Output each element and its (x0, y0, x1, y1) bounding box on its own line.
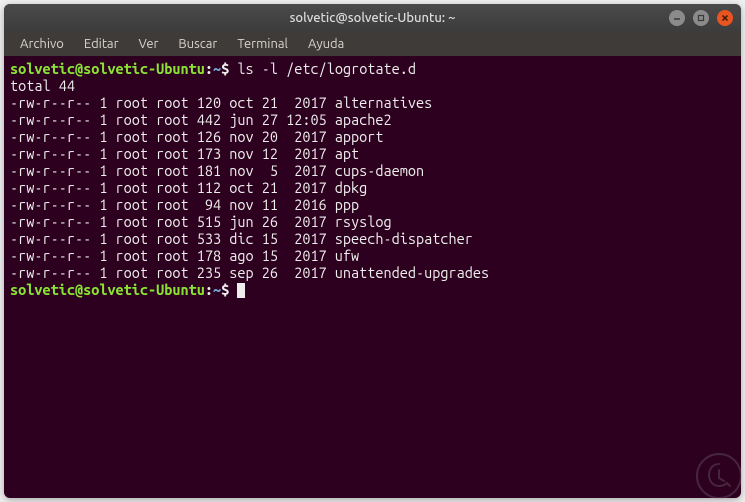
close-button[interactable] (717, 10, 733, 26)
prompt-colon: : (205, 60, 213, 77)
menu-archivo[interactable]: Archivo (12, 35, 72, 53)
title-bar: solvetic@solvetic-Ubuntu: ~ (4, 4, 741, 32)
prompt-dollar: $ (221, 281, 229, 298)
prompt-path: ~ (213, 281, 221, 298)
menu-ayuda[interactable]: Ayuda (300, 35, 352, 53)
window-title: solvetic@solvetic-Ubuntu: ~ (12, 11, 733, 25)
menu-ver[interactable]: Ver (131, 35, 167, 53)
menu-editar[interactable]: Editar (76, 35, 127, 53)
prompt-user-host: solvetic@solvetic-Ubuntu (10, 60, 205, 77)
menu-bar: Archivo Editar Ver Buscar Terminal Ayuda (4, 32, 741, 56)
terminal-window: solvetic@solvetic-Ubuntu: ~ Archivo Edit… (4, 4, 741, 498)
prompt-user-host: solvetic@solvetic-Ubuntu (10, 281, 205, 298)
menu-terminal[interactable]: Terminal (229, 35, 296, 53)
file-listing: -rw-r--r-- 1 root root 120 oct 21 2017 a… (10, 94, 735, 281)
cursor (237, 283, 245, 298)
total-line: total 44 (10, 77, 75, 94)
prompt-path: ~ (213, 60, 221, 77)
prompt-colon: : (205, 281, 213, 298)
minimize-button[interactable] (669, 10, 685, 26)
maximize-button[interactable] (693, 10, 709, 26)
menu-buscar[interactable]: Buscar (170, 35, 225, 53)
watermark-icon (695, 452, 743, 500)
command-text: ls -l /etc/logrotate.d (237, 60, 416, 77)
terminal-output[interactable]: solvetic@solvetic-Ubuntu:~$ ls -l /etc/l… (4, 56, 741, 302)
window-controls (669, 10, 733, 26)
prompt-dollar: $ (221, 60, 229, 77)
